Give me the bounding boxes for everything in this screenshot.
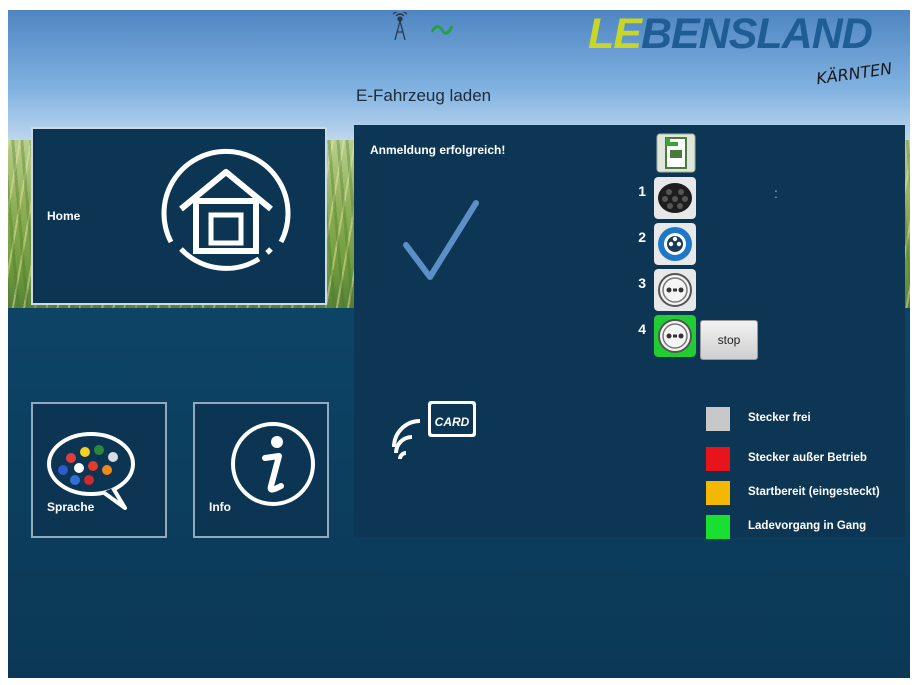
ac-power-icon xyxy=(430,25,454,35)
legend-item-charging: Ladevorgang in Gang xyxy=(706,515,902,541)
plug-row-1[interactable]: 1 xyxy=(630,177,750,221)
card-reader-icon: CARD xyxy=(392,401,476,460)
legend-swatch xyxy=(706,407,730,431)
plug-row-3[interactable]: 3 xyxy=(630,269,750,313)
language-label: Sprache xyxy=(47,500,95,514)
login-status-message: Anmeldung erfolgreich! xyxy=(370,143,506,157)
cee-socket-icon[interactable] xyxy=(654,223,696,265)
legend-item-ready: Startbereit (eingesteckt) xyxy=(706,481,902,507)
type2-socket-icon[interactable] xyxy=(654,177,696,219)
info-icon xyxy=(231,422,315,506)
plug-number: 4 xyxy=(638,321,646,337)
checkmark-icon xyxy=(403,200,479,280)
legend-item-out-of-order: Stecker außer Betrieb xyxy=(706,447,902,473)
legend-swatch xyxy=(706,515,730,539)
plug-row-2[interactable]: 2 xyxy=(630,223,750,267)
legend-label: Startbereit (eingesteckt) xyxy=(748,486,880,498)
home-label: Home xyxy=(47,209,81,223)
schuko-socket-icon[interactable] xyxy=(654,315,696,357)
info-button[interactable]: Info xyxy=(193,402,329,538)
charging-panel: Anmeldung erfolgreich! 1 : 2 3 4 stop CA… xyxy=(354,125,905,539)
page-title: E-Fahrzeug laden xyxy=(356,86,492,105)
home-button[interactable]: Home xyxy=(31,127,327,305)
language-button[interactable]: Sprache xyxy=(31,402,167,538)
status-icons xyxy=(392,12,454,41)
info-label: Info xyxy=(209,500,231,514)
legend-swatch xyxy=(706,447,730,471)
logo-rest: BENSLAND xyxy=(640,10,873,58)
legend-label: Ladevorgang in Gang xyxy=(748,520,867,532)
schuko-socket-icon[interactable] xyxy=(654,269,696,311)
legend-label: Stecker frei xyxy=(748,412,811,424)
legend-item-free: Stecker frei xyxy=(706,407,902,433)
home-icon xyxy=(161,148,291,271)
stop-charging-button[interactable]: stop xyxy=(700,320,758,360)
plug-number: 2 xyxy=(638,229,646,245)
plug-number: 1 xyxy=(638,183,646,199)
plug-number: 3 xyxy=(638,275,646,291)
antenna-icon xyxy=(392,12,408,41)
legend-swatch xyxy=(706,481,730,505)
logo-prefix: LE xyxy=(588,10,642,58)
card-text: CARD xyxy=(435,415,470,429)
kiosk-screen: LEBENSLAND KÄRNTEN E-Fahrzeug laden Home… xyxy=(8,10,910,678)
legend-label: Stecker außer Betrieb xyxy=(748,452,867,464)
plug-1-separator: : xyxy=(774,185,778,201)
brand-logo: LEBENSLAND xyxy=(588,10,873,59)
charging-station-icon xyxy=(656,133,696,173)
